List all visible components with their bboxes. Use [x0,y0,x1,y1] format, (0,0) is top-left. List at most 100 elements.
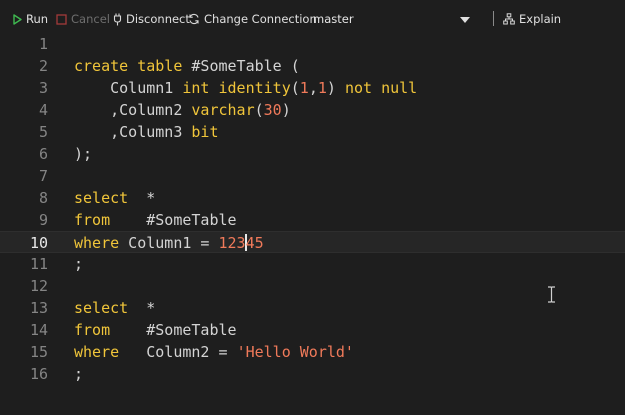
sql-keyword: not [344,79,373,97]
sql-editor[interactable]: 1 2 create table #SomeTable (3 Column1 int… [0,33,625,393]
code-line[interactable]: 4 ,Column2 varchar(30) [0,99,625,121]
database-select[interactable]: master [313,9,473,29]
sql-keyword: identity [218,79,291,97]
code-line[interactable]: 13 select * [0,297,625,319]
cancel-button[interactable]: Cancel [56,9,110,29]
plug-icon [113,13,122,26]
sql-keyword: from [74,321,111,339]
code-line[interactable]: 16; [0,363,625,385]
code-text: where Column2 = 'Hello World' [74,341,354,363]
code-line[interactable]: 10 where Column1 = 12345 [0,231,625,253]
code-line[interactable]: 9 from #SomeTable [0,209,625,231]
text-cursor-icon [548,286,555,303]
code-token: Column2 = [119,343,237,361]
line-number: 8 [38,189,48,207]
number-literal: 45 [245,234,264,252]
explain-button[interactable]: Explain [503,9,561,29]
disconnect-label: Disconnect [126,12,190,26]
sql-keyword: create [74,57,129,75]
sql-keyword: where [74,234,120,252]
line-number: 6 [38,145,48,163]
run-label: Run [26,12,49,26]
code-line[interactable]: 5 ,Column3 bit [0,121,625,143]
change-connection-button[interactable]: Change Connection [188,9,317,29]
line-number: 5 [38,123,48,141]
code-token: ,Column2 [74,101,192,119]
code-token: #SomeTable [110,321,237,339]
sql-keyword: from [74,211,111,229]
number-literal: 1 [317,79,327,97]
code-text: from #SomeTable [74,209,237,231]
code-line[interactable]: 12 [0,275,625,297]
code-token: Column1 [74,79,183,97]
line-number: 1 [38,35,48,53]
line-number: 7 [38,167,48,185]
code-token: #SomeTable [110,211,237,229]
code-line[interactable]: 6); [0,143,625,165]
sql-keyword: null [381,79,418,97]
run-button[interactable]: Run [13,9,48,29]
database-value: master [313,12,354,26]
line-number: 9 [38,211,48,229]
code-token: * [128,189,156,207]
number-literal: 123 [218,234,246,252]
line-number: 10 [29,234,48,252]
code-text: from #SomeTable [74,319,237,341]
code-text: where Column1 = 12345 [74,232,264,254]
play-icon [13,13,22,25]
line-number: 11 [29,255,48,273]
cancel-label: Cancel [71,12,110,26]
change-connection-label: Change Connection [204,12,317,26]
code-line[interactable]: 11; [0,253,625,275]
code-text: create table #SomeTable ( [74,55,300,77]
code-text: ; [74,363,83,385]
code-line[interactable]: 7 [0,165,625,187]
line-number: 14 [29,321,48,339]
sql-keyword: table [137,57,183,75]
number-literal: 1 [299,79,309,97]
code-line[interactable]: 8 select * [0,187,625,209]
code-text: Column1 int identity(1,1) not null [74,77,417,99]
code-line[interactable]: 1 [0,33,625,55]
sql-keyword: bit [191,123,219,141]
string-literal: 'Hello World' [236,343,354,361]
sql-keyword: select [74,189,129,207]
code-text: ,Column3 bit [74,121,219,143]
line-number: 13 [29,299,48,317]
code-text: select * [74,297,155,319]
code-token: #SomeTable ( [182,57,300,75]
refresh-icon [188,13,200,25]
line-number: 15 [29,343,48,361]
code-text: ; [74,253,83,275]
code-text: ); [74,143,92,165]
disconnect-button[interactable]: Disconnect [113,9,190,29]
code-line[interactable]: 15 where Column2 = 'Hello World' [0,341,625,363]
number-literal: 30 [263,101,282,119]
code-token: Column1 = [119,234,219,252]
sql-keyword: varchar [191,101,255,119]
code-token: ( [290,79,300,97]
sql-keyword: where [74,343,120,361]
code-token: ); [74,145,93,163]
line-number: 16 [29,365,48,383]
code-token: * [128,299,156,317]
code-text: select * [74,187,155,209]
code-line[interactable]: 2 create table #SomeTable ( [0,55,625,77]
line-number: 4 [38,101,48,119]
line-number: 3 [38,79,48,97]
sql-keyword: select [74,299,129,317]
explain-label: Explain [519,12,562,26]
line-number: 2 [38,57,48,75]
code-token: , [308,79,318,97]
query-toolbar: Run Cancel Disconnect Change Connection … [0,0,625,36]
code-token: ) [326,79,345,97]
code-line[interactable]: 3 Column1 int identity(1,1) not null [0,77,625,99]
code-token: ) [281,101,291,119]
sql-keyword: int [182,79,210,97]
caret-down-icon [460,12,470,26]
line-number: 12 [29,277,48,295]
code-line[interactable]: 14 from #SomeTable [0,319,625,341]
toolbar-divider [493,11,494,26]
